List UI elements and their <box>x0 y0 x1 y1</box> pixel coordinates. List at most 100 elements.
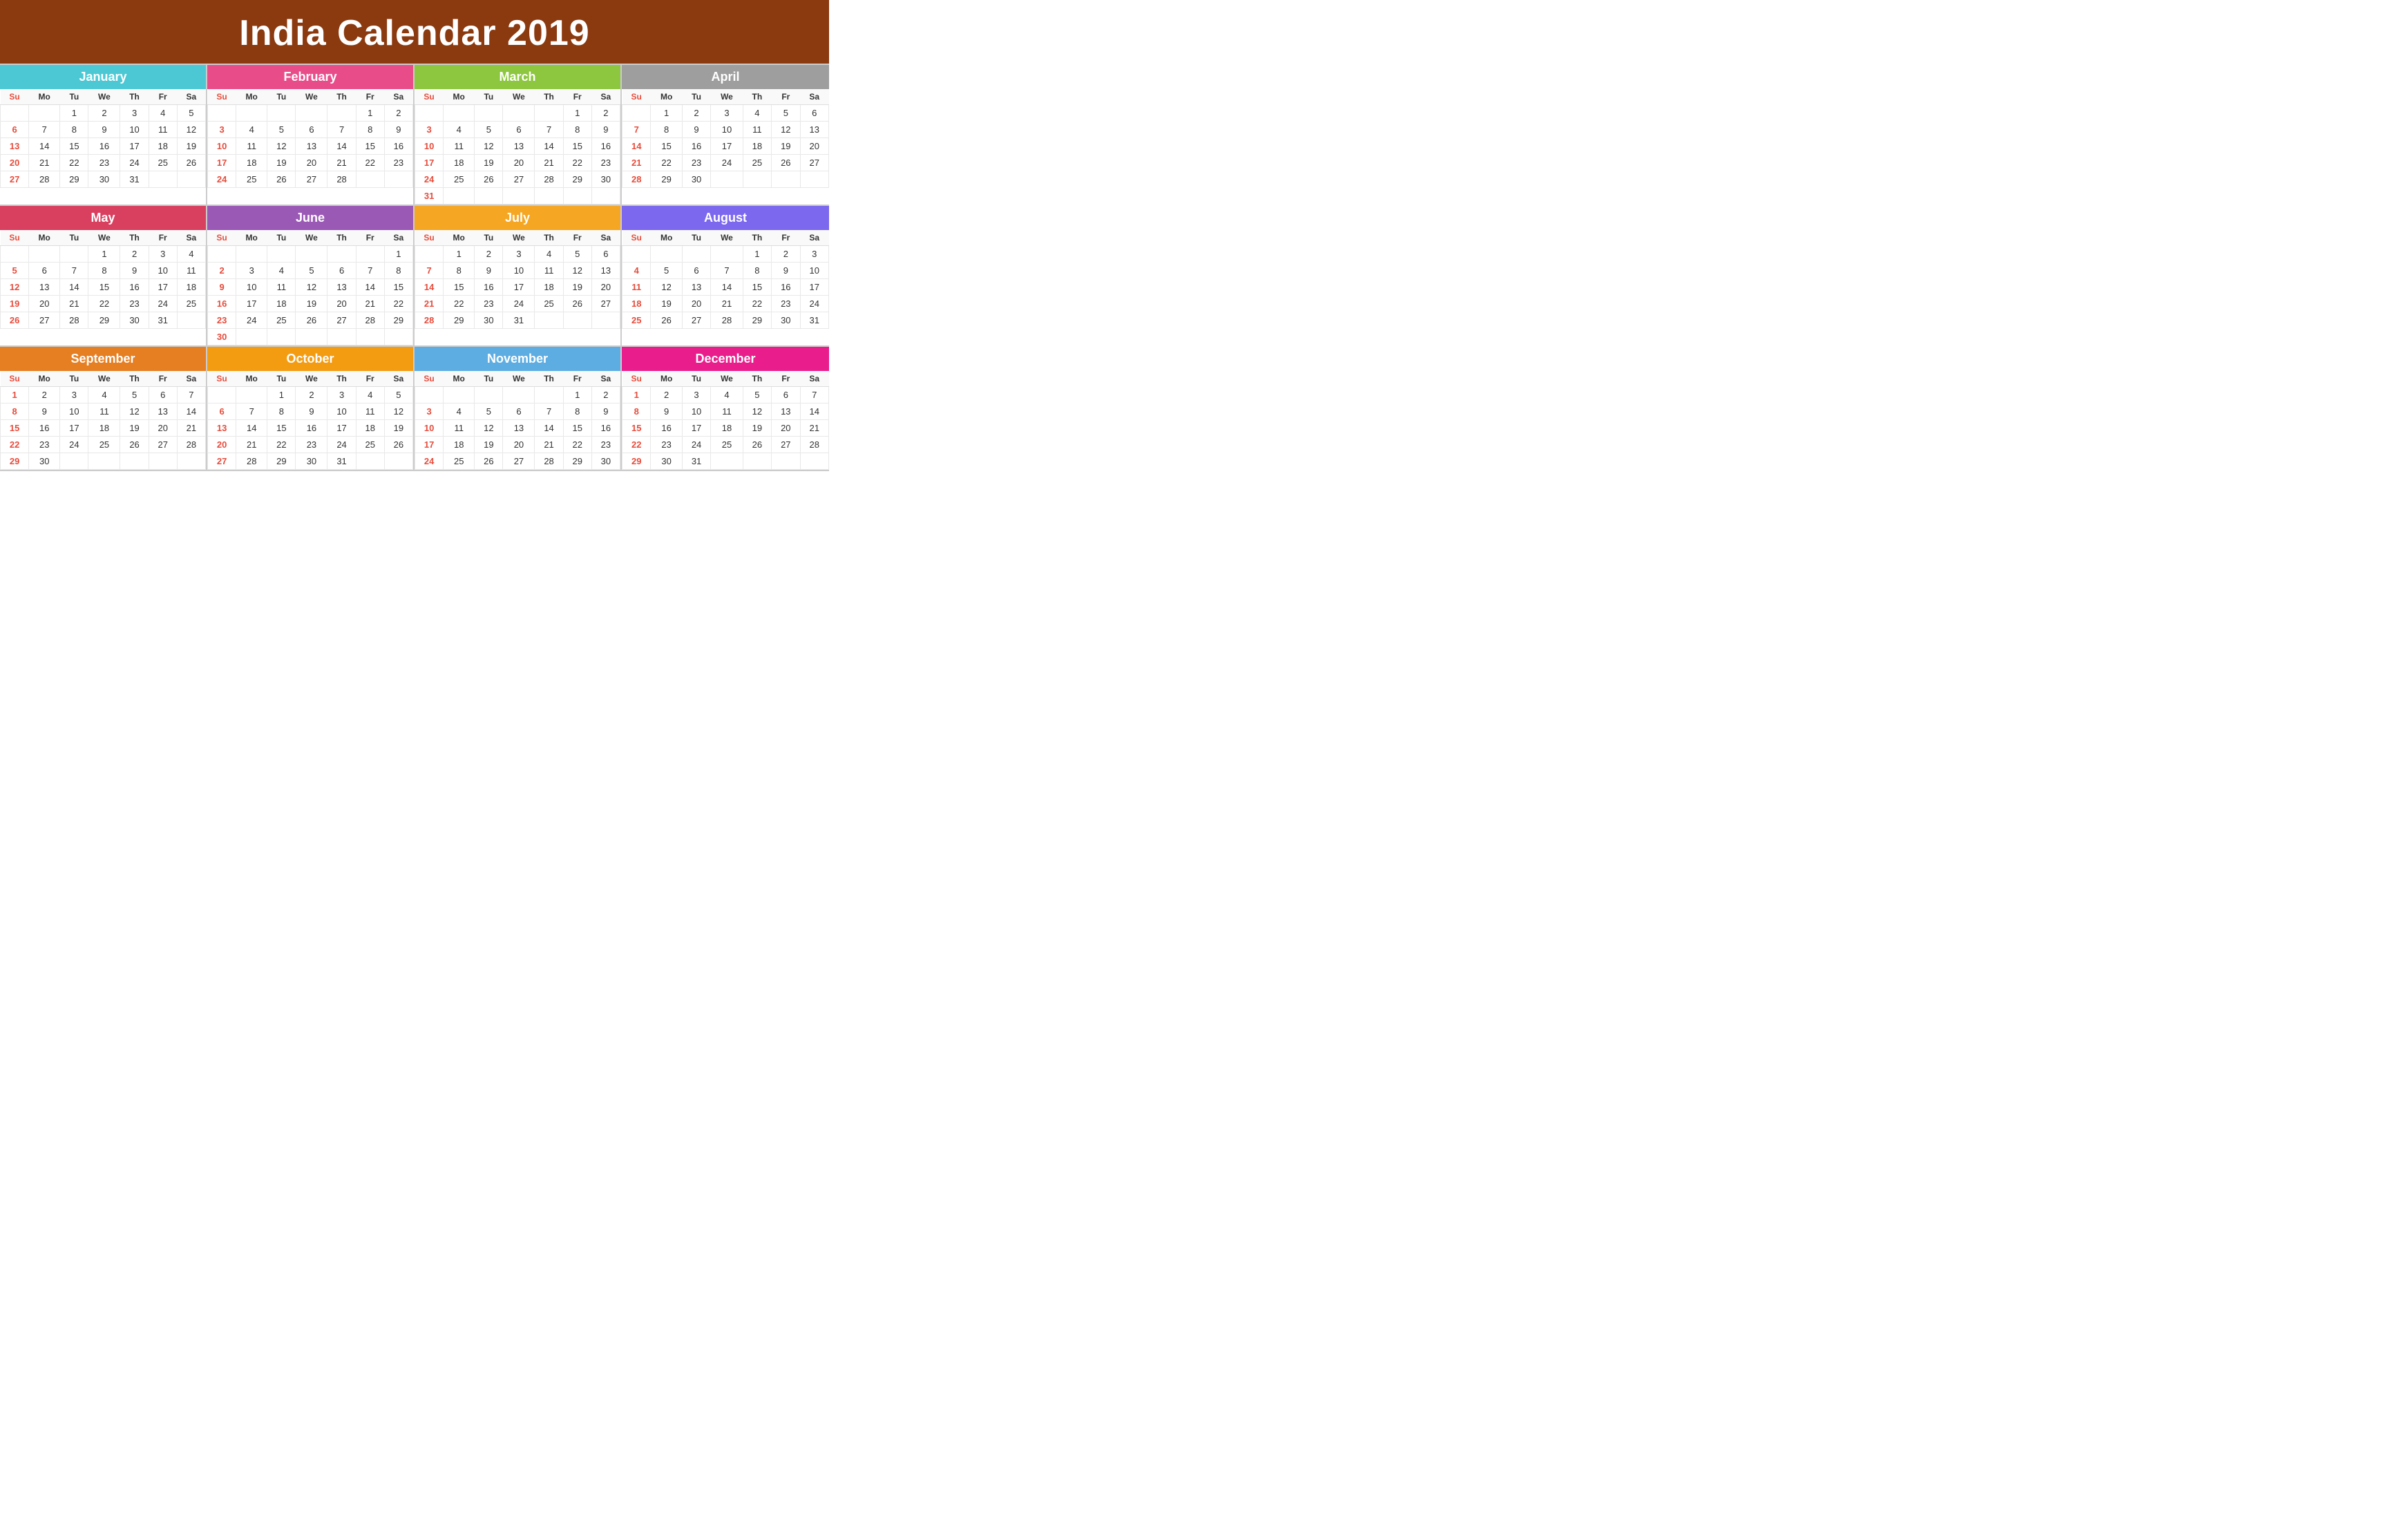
day-cell: 17 <box>503 279 535 296</box>
day-cell: 18 <box>356 420 384 437</box>
day-cell: 15 <box>60 138 88 155</box>
day-cell: 3 <box>503 246 535 263</box>
day-cell <box>682 246 710 263</box>
table-row: 1234567 <box>622 387 829 403</box>
table-row: 262728293031 <box>1 312 206 329</box>
day-header: Tu <box>475 371 503 387</box>
day-cell <box>711 171 743 188</box>
month-block-january: JanuarySuMoTuWeThFrSa1234567891011121314… <box>0 65 207 206</box>
day-cell: 7 <box>535 122 563 138</box>
day-cell: 18 <box>88 420 120 437</box>
day-header: Tu <box>475 230 503 246</box>
day-cell: 3 <box>208 122 236 138</box>
day-cell: 13 <box>591 263 620 279</box>
day-cell: 26 <box>475 453 503 470</box>
day-cell: 6 <box>149 387 177 403</box>
day-header: Tu <box>475 89 503 105</box>
day-cell: 19 <box>120 420 149 437</box>
day-cell: 5 <box>1 263 29 279</box>
day-cell: 10 <box>682 403 710 420</box>
day-cell: 5 <box>475 122 503 138</box>
table-row: 78910111213 <box>622 122 829 138</box>
day-cell <box>384 171 412 188</box>
day-cell: 26 <box>475 171 503 188</box>
day-cell: 14 <box>29 138 60 155</box>
day-cell: 10 <box>120 122 149 138</box>
day-cell <box>208 387 236 403</box>
day-cell: 4 <box>236 122 267 138</box>
day-cell: 8 <box>356 122 384 138</box>
day-cell <box>535 105 563 122</box>
day-cell <box>622 246 651 263</box>
day-cell <box>296 246 327 263</box>
day-cell: 25 <box>444 171 475 188</box>
day-cell: 12 <box>267 138 296 155</box>
day-cell: 27 <box>682 312 710 329</box>
day-cell: 30 <box>651 453 682 470</box>
day-cell: 7 <box>535 403 563 420</box>
day-cell: 24 <box>800 296 828 312</box>
day-cell <box>236 105 267 122</box>
table-row: 282930 <box>622 171 829 188</box>
day-cell: 9 <box>591 122 620 138</box>
day-cell: 29 <box>651 171 682 188</box>
day-cell: 4 <box>444 122 475 138</box>
day-header: Fr <box>149 230 177 246</box>
day-cell: 3 <box>120 105 149 122</box>
table-row: 11121314151617 <box>622 279 829 296</box>
day-cell: 24 <box>120 155 149 171</box>
day-cell <box>743 171 771 188</box>
day-cell <box>384 329 412 345</box>
day-cell: 19 <box>475 437 503 453</box>
day-cell: 6 <box>800 105 828 122</box>
day-header: Fr <box>772 371 800 387</box>
day-header: We <box>503 230 535 246</box>
day-cell: 30 <box>120 312 149 329</box>
month-header-june: June <box>207 206 413 230</box>
day-header: Th <box>743 89 771 105</box>
day-cell: 18 <box>444 155 475 171</box>
day-cell <box>535 188 563 205</box>
day-cell: 1 <box>1 387 29 403</box>
day-cell: 15 <box>651 138 682 155</box>
day-cell: 16 <box>384 138 412 155</box>
table-row: 9101112131415 <box>208 279 413 296</box>
day-cell: 6 <box>503 403 535 420</box>
day-header: We <box>503 371 535 387</box>
day-cell: 30 <box>208 329 236 345</box>
day-cell: 26 <box>296 312 327 329</box>
day-cell: 16 <box>591 420 620 437</box>
day-cell: 2 <box>88 105 120 122</box>
day-cell: 19 <box>743 420 771 437</box>
day-cell: 9 <box>651 403 682 420</box>
day-cell: 8 <box>563 403 591 420</box>
day-cell <box>29 246 60 263</box>
day-cell <box>622 105 651 122</box>
day-cell: 27 <box>772 437 800 453</box>
day-cell: 29 <box>60 171 88 188</box>
day-header: Mo <box>236 89 267 105</box>
day-cell <box>444 188 475 205</box>
day-cell: 9 <box>120 263 149 279</box>
table-row: 14151617181920 <box>622 138 829 155</box>
day-cell <box>177 312 205 329</box>
day-header: Sa <box>591 371 620 387</box>
day-cell <box>535 312 563 329</box>
day-header: Th <box>327 89 356 105</box>
day-header: Tu <box>60 89 88 105</box>
day-cell: 26 <box>384 437 412 453</box>
day-header: Su <box>622 371 651 387</box>
day-cell: 2 <box>682 105 710 122</box>
day-cell: 26 <box>120 437 149 453</box>
day-header: Fr <box>149 371 177 387</box>
month-header-may: May <box>0 206 206 230</box>
month-block-february: FebruarySuMoTuWeThFrSa123456789101112131… <box>207 65 415 206</box>
table-row: 17181920212223 <box>415 437 620 453</box>
day-header: Tu <box>682 230 710 246</box>
day-cell: 12 <box>177 122 205 138</box>
day-cell: 21 <box>415 296 444 312</box>
day-header: Mo <box>29 230 60 246</box>
day-cell: 16 <box>682 138 710 155</box>
day-cell: 31 <box>503 312 535 329</box>
day-header: Th <box>120 371 149 387</box>
